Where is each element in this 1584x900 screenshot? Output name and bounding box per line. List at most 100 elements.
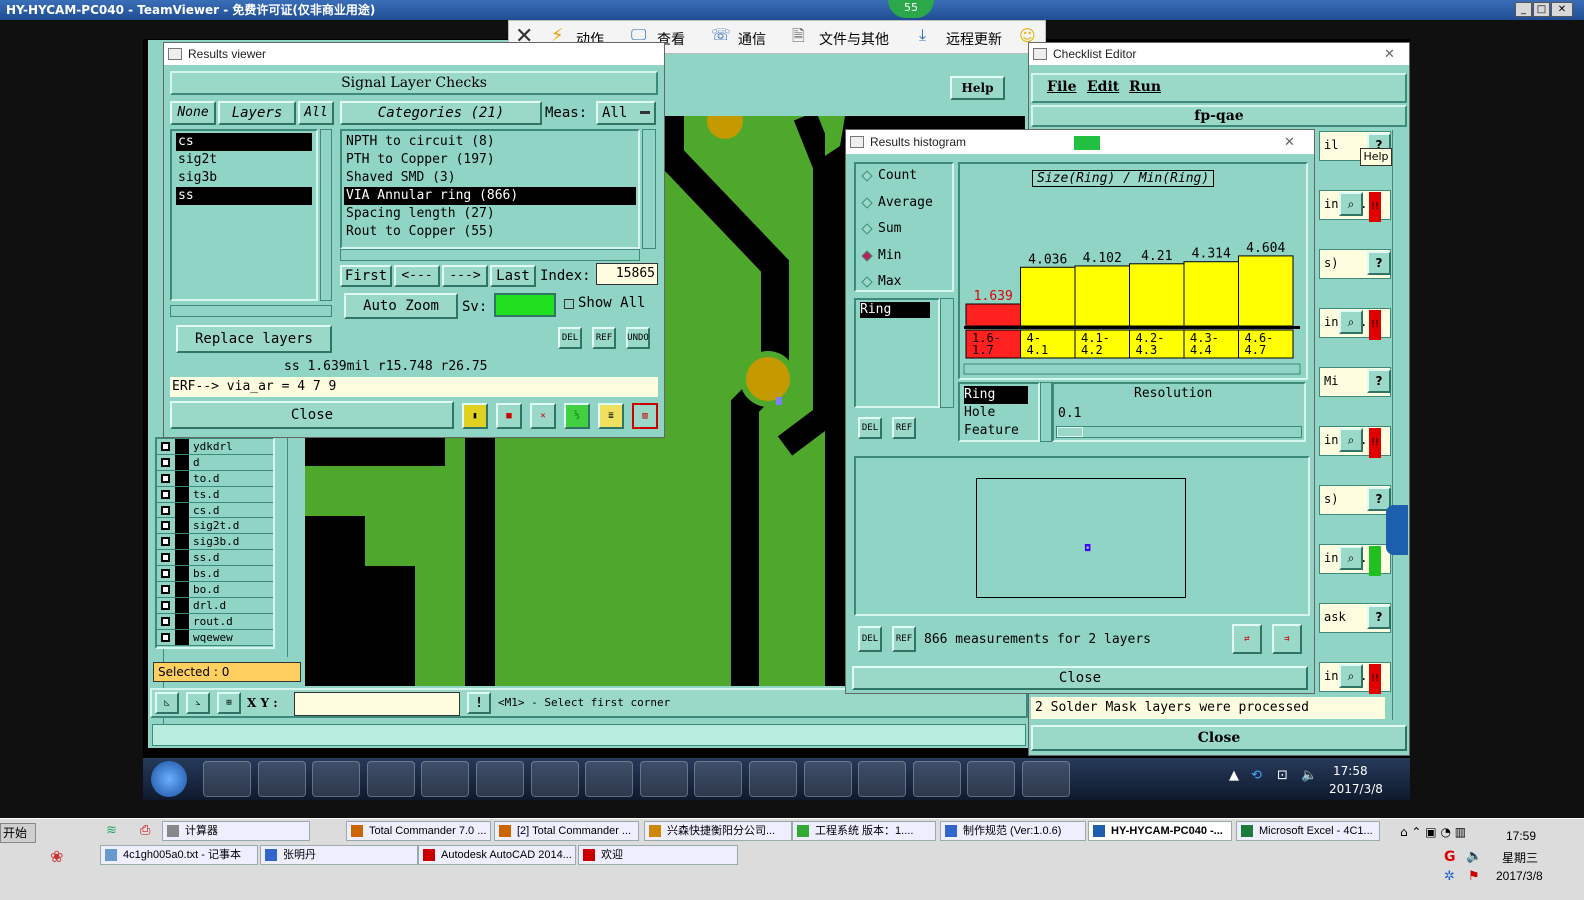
taskbar-x-icon[interactable]: [585, 761, 634, 797]
field-item[interactable]: Ring: [860, 302, 930, 318]
taskbar-shell-icon[interactable]: [203, 761, 251, 797]
field-list-scrollbar[interactable]: [940, 298, 954, 408]
histogram-field-list[interactable]: Ring: [854, 298, 940, 408]
layers-button[interactable]: Layers: [218, 101, 296, 125]
tray-volume-icon[interactable]: 🔈: [1301, 768, 1317, 783]
histogram-del-icon[interactable]: DEL: [858, 417, 882, 439]
quicklaunch-icon[interactable]: ❀: [50, 847, 63, 866]
toolbar-communicate[interactable]: 通信: [738, 29, 766, 49]
all-layers-button[interactable]: All: [298, 101, 334, 125]
preview-del-icon[interactable]: DEL: [858, 626, 882, 652]
taskbar-pdf-icon[interactable]: [1022, 761, 1070, 797]
layer-checkbox[interactable]: [161, 442, 170, 451]
taskbar-item[interactable]: HY-HYCAM-PC040 -...: [1088, 821, 1232, 841]
cad-layer-row[interactable]: bs.d: [157, 566, 273, 583]
histogram-close-icon[interactable]: ✕: [1284, 130, 1295, 154]
taskbar-item[interactable]: Autodesk AutoCAD 2014...: [418, 845, 576, 865]
mode-radio[interactable]: Count: [856, 164, 952, 191]
mode-radio[interactable]: Min: [856, 244, 952, 271]
category-item[interactable]: Shaved SMD (3): [344, 169, 636, 187]
menu-run[interactable]: Run: [1129, 79, 1161, 95]
category-item[interactable]: Spacing length (27): [344, 205, 636, 223]
category-item[interactable]: Rout to Copper (55): [344, 223, 636, 241]
layer-checkbox[interactable]: [161, 569, 170, 579]
zoom-icon[interactable]: ⌕: [1339, 310, 1363, 334]
cad-layer-row[interactable]: wqewew: [157, 629, 273, 646]
xy-input[interactable]: [294, 692, 460, 716]
ref-icon[interactable]: REF: [592, 327, 616, 349]
layer-checkbox[interactable]: [161, 585, 170, 595]
list-icon[interactable]: ≣: [598, 403, 624, 429]
attribute-item[interactable]: Ring: [964, 386, 1028, 404]
toolbar-files[interactable]: 文件与其他: [819, 29, 889, 49]
first-button[interactable]: First: [340, 265, 392, 287]
cad-layer-row[interactable]: sig3b.d: [157, 534, 273, 551]
category-item[interactable]: NPTH to circuit (8): [344, 133, 636, 151]
zoom-icon[interactable]: ⌕: [1339, 192, 1363, 216]
undo-icon[interactable]: UNDO: [626, 327, 650, 349]
attribute-list[interactable]: Ring Hole Feature: [958, 382, 1040, 442]
cad-layer-row[interactable]: sig2t.d: [157, 518, 273, 535]
menu-file[interactable]: File: [1047, 79, 1076, 95]
taskbar-teamviewer-icon[interactable]: [312, 761, 361, 797]
layer-checkbox[interactable]: [161, 616, 170, 626]
layer-item[interactable]: sig3b: [176, 169, 312, 187]
resolution-slider-thumb[interactable]: [1057, 427, 1083, 437]
start-button[interactable]: 开始: [0, 823, 36, 843]
tray-teamviewer-icon[interactable]: ⟲: [1251, 768, 1262, 783]
histogram-bar[interactable]: [1238, 255, 1294, 327]
export-all-icon[interactable]: ⇉: [1272, 624, 1302, 654]
attribute-item[interactable]: Hole: [964, 404, 1028, 422]
cad-layer-row[interactable]: drl.d: [157, 597, 273, 614]
show-all-checkbox[interactable]: [564, 299, 574, 309]
tray-icons[interactable]: ⌂ ⌃ ▣ ◔ ▥: [1400, 825, 1466, 839]
categories-list[interactable]: NPTH to circuit (8) PTH to Copper (197) Sh…: [340, 129, 640, 249]
pdf-quicklaunch-icon[interactable]: ⎙: [140, 823, 150, 838]
alert-icon[interactable]: !: [467, 692, 491, 714]
zoom-icon[interactable]: ⌕: [1339, 664, 1363, 688]
sv-color-dropdown[interactable]: [494, 293, 556, 317]
next-button[interactable]: --->: [442, 265, 488, 287]
teamviewer-side-tab[interactable]: [1386, 505, 1408, 555]
layer-item[interactable]: ss: [176, 187, 312, 205]
taskbar-x-icon[interactable]: [694, 761, 743, 797]
histogram-icon[interactable]: ▥: [632, 403, 658, 429]
cad-help-button[interactable]: Help: [950, 76, 1005, 100]
layer-list[interactable]: cs sig2t sig3b ss: [170, 129, 318, 301]
histogram-bar[interactable]: [1183, 261, 1239, 327]
cad-layer-row[interactable]: to.d: [157, 470, 273, 487]
histogram-bar[interactable]: [1020, 266, 1076, 327]
taskbar-x-icon[interactable]: [803, 761, 852, 797]
no-ref-icon[interactable]: ✕: [530, 403, 556, 429]
category-item[interactable]: PTH to Copper (197): [344, 151, 636, 169]
help-icon[interactable]: ?: [1367, 251, 1391, 275]
taskbar-excel-icon[interactable]: [421, 761, 470, 797]
layer-checkbox[interactable]: [161, 521, 170, 531]
cad-layer-row[interactable]: ss.d: [157, 550, 273, 567]
none-button[interactable]: None: [170, 101, 216, 125]
checklist-scrollbar[interactable]: [1392, 130, 1406, 720]
chart-hscrollbar[interactable]: [963, 363, 1301, 375]
taskbar-item[interactable]: 计算器: [162, 821, 310, 841]
layer-checkbox[interactable]: [161, 473, 170, 483]
taskbar-item[interactable]: 工程系统 版本：1....: [792, 821, 936, 841]
taskbar-item[interactable]: 张明丹: [260, 845, 418, 865]
tray-volume-local-icon[interactable]: 🔈: [1466, 849, 1482, 864]
attribute-scrollbar[interactable]: [1040, 382, 1052, 442]
layer-item[interactable]: cs: [176, 133, 312, 151]
checklist-close-button[interactable]: Close: [1031, 725, 1407, 751]
histogram-bar[interactable]: [1129, 263, 1185, 327]
histogram-close-button[interactable]: Close: [852, 666, 1308, 690]
results-close-button[interactable]: Close: [170, 401, 454, 429]
help-icon[interactable]: ?: [1367, 369, 1391, 393]
taskbar-item[interactable]: 欢迎: [578, 845, 738, 865]
taskbar-item[interactable]: 制作规范 (Ver:1.0.6): [940, 821, 1086, 841]
taskbar-word-icon[interactable]: [476, 761, 524, 797]
taskbar-x-icon[interactable]: [858, 761, 907, 797]
taskbar-x-icon[interactable]: [749, 761, 797, 797]
checklist-close-icon[interactable]: ✕: [1384, 43, 1395, 65]
histogram-bar[interactable]: [1074, 265, 1130, 327]
del-icon[interactable]: DEL: [558, 327, 582, 349]
taskbar-eye-icon[interactable]: [530, 761, 579, 797]
report-icon[interactable]: ▮: [462, 403, 488, 429]
